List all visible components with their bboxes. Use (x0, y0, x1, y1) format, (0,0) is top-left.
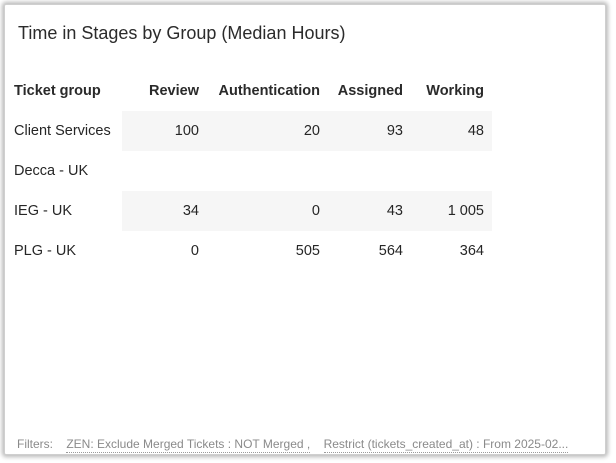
review-cell: 0 (190, 243, 199, 259)
authentication-cell: 20 (207, 111, 328, 151)
assigned-cell: 564 (378, 243, 403, 259)
table-row: Decca - UK (13, 151, 492, 191)
ticket-group-cell: PLG - UK (14, 243, 77, 259)
column-header-review[interactable]: Review (122, 71, 207, 111)
table-header-row: Ticket group Review Authentication Assig… (13, 71, 492, 111)
assigned-cell: 43 (328, 191, 411, 231)
column-header-authentication[interactable]: Authentication (207, 71, 328, 111)
panel-title: Time in Stages by Group (Median Hours) (18, 23, 346, 43)
filter-created-at-restriction[interactable]: Restrict (tickets_created_at) : From 202… (323, 437, 569, 453)
filters-bar: Filters: ZEN: Exclude Merged Tickets : N… (17, 437, 569, 453)
authentication-cell: 0 (207, 191, 328, 231)
ticket-group-cell: Client Services (14, 123, 111, 139)
working-cell: 48 (411, 111, 492, 151)
table-row: PLG - UK 0 505 564 364 (13, 231, 492, 271)
working-cell: 364 (459, 243, 484, 259)
report-panel: Time in Stages by Group (Median Hours) T… (4, 4, 606, 455)
table-row: Client Services 100 20 93 48 (13, 111, 492, 151)
ticket-group-cell: Decca - UK (14, 163, 89, 179)
assigned-cell (328, 151, 411, 191)
authentication-cell (207, 151, 328, 191)
time-in-stages-table: Ticket group Review Authentication Assig… (13, 71, 492, 271)
filters-label: Filters: (17, 437, 53, 451)
review-cell: 100 (122, 111, 207, 151)
assigned-cell: 93 (328, 111, 411, 151)
column-header-ticket-group[interactable]: Ticket group (13, 71, 122, 111)
authentication-cell: 505 (295, 243, 320, 259)
table-row: IEG - UK 34 0 43 1 005 (13, 191, 492, 231)
working-cell (411, 151, 492, 191)
ticket-group-cell: IEG - UK (14, 203, 73, 219)
review-cell (122, 151, 207, 191)
column-header-assigned[interactable]: Assigned (328, 71, 411, 111)
review-cell: 34 (122, 191, 207, 231)
column-header-working[interactable]: Working (411, 71, 492, 111)
working-cell: 1 005 (411, 191, 492, 231)
filter-exclude-merged[interactable]: ZEN: Exclude Merged Tickets : NOT Merged… (66, 437, 311, 453)
